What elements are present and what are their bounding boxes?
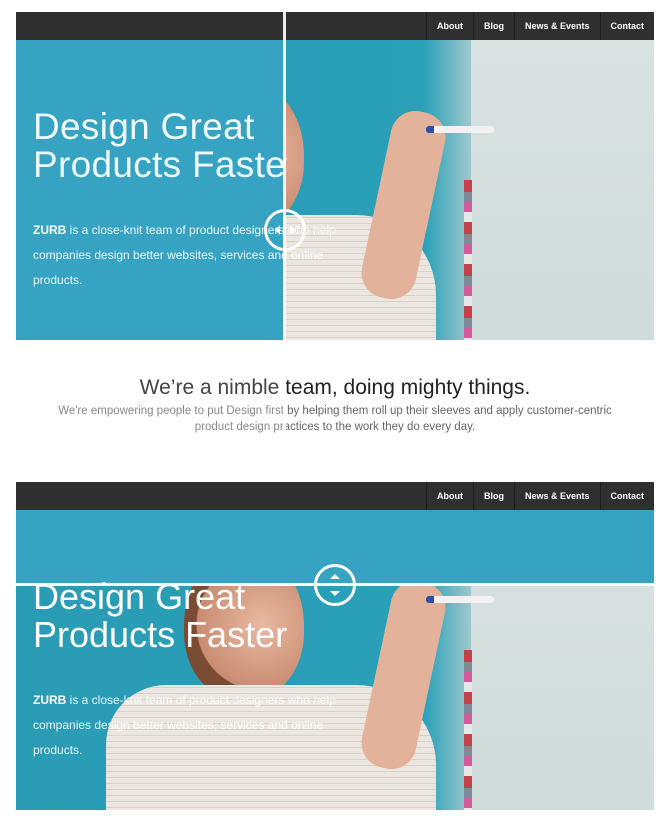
slider-handle[interactable]: [314, 563, 356, 606]
nav-item[interactable]: About: [425, 482, 473, 510]
nav-item[interactable]: Blog: [472, 12, 514, 40]
before-after-slider-vertical[interactable]: AboutBlogNews & EventsContact Design Gre…: [16, 482, 654, 810]
arrow-down-icon: [330, 590, 340, 601]
nav-item[interactable]: Contact: [599, 482, 655, 510]
nav-item[interactable]: Contact: [599, 12, 655, 40]
hero-body-text: is a close-knit team of product designer…: [33, 693, 336, 757]
photo-marker: [426, 126, 494, 133]
arrow-right-icon: [289, 225, 300, 235]
hero-headline: Design Great Products Faster: [33, 578, 287, 654]
slider-handle[interactable]: [263, 209, 306, 251]
arrow-left-icon: [270, 225, 280, 235]
nav-item[interactable]: Blog: [472, 482, 514, 510]
headline-line-2: Products Faster: [33, 614, 288, 655]
photo-whiteboard: [471, 40, 654, 340]
brand-name: ZURB: [33, 693, 67, 707]
headline-line-1: Design Great: [33, 106, 255, 147]
photo-marker: [426, 596, 494, 603]
nav-item[interactable]: News & Events: [513, 12, 600, 40]
before-after-slider-horizontal[interactable]: AboutBlogNews & EventsContact Design Gre…: [16, 12, 654, 450]
hero-description: ZURB is a close-knit team of product des…: [33, 688, 363, 763]
photo-marker-strip: [464, 650, 472, 810]
nav-item[interactable]: News & Events: [513, 482, 600, 510]
hero-headline: Design Great Products Faster: [33, 106, 299, 185]
photo-person-arm: [356, 106, 451, 304]
nav-item[interactable]: About: [425, 12, 473, 40]
top-nav: AboutBlogNews & EventsContact: [16, 482, 654, 510]
photo-marker-strip: [464, 180, 472, 340]
headline-line-2: Products Faster: [33, 144, 299, 185]
brand-name: ZURB: [33, 223, 67, 237]
photo-person-arm: [356, 576, 451, 774]
arrow-up-icon: [330, 569, 340, 579]
